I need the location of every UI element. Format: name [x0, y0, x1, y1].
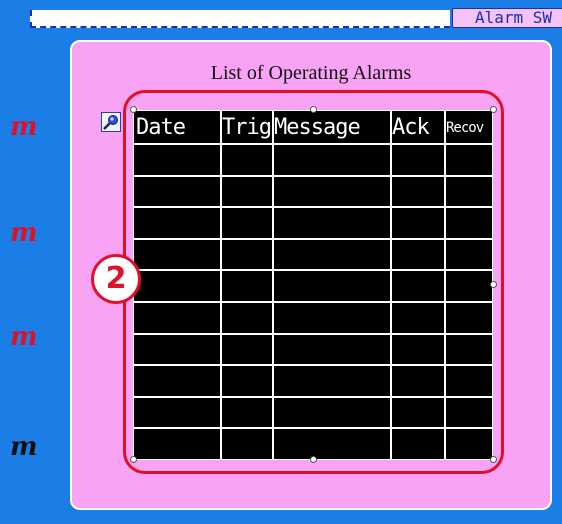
top-strip: Alarm SW	[0, 0, 562, 34]
resize-handle-bottom-left[interactable]	[130, 456, 137, 463]
resize-handle-top-left[interactable]	[130, 106, 137, 113]
resize-handle-top-right[interactable]	[490, 106, 497, 113]
left-mark-3: m	[10, 322, 38, 352]
resize-handle-right[interactable]	[490, 281, 497, 288]
resize-handle-top[interactable]	[310, 106, 317, 113]
step-number-badge: 2	[91, 254, 141, 304]
left-mark-1: m	[10, 112, 38, 142]
left-mark-2: m	[10, 218, 38, 248]
top-dashed-frame	[30, 10, 450, 28]
left-mark-4: m	[10, 432, 38, 462]
panel-title: List of Operating Alarms	[210, 62, 412, 84]
resize-handle-bottom[interactable]	[310, 456, 317, 463]
highlight-frame	[123, 90, 504, 474]
alarm-sw-button[interactable]: Alarm SW	[452, 8, 562, 28]
resize-handle-bottom-right[interactable]	[490, 456, 497, 463]
magnifier-icon[interactable]	[101, 112, 121, 132]
